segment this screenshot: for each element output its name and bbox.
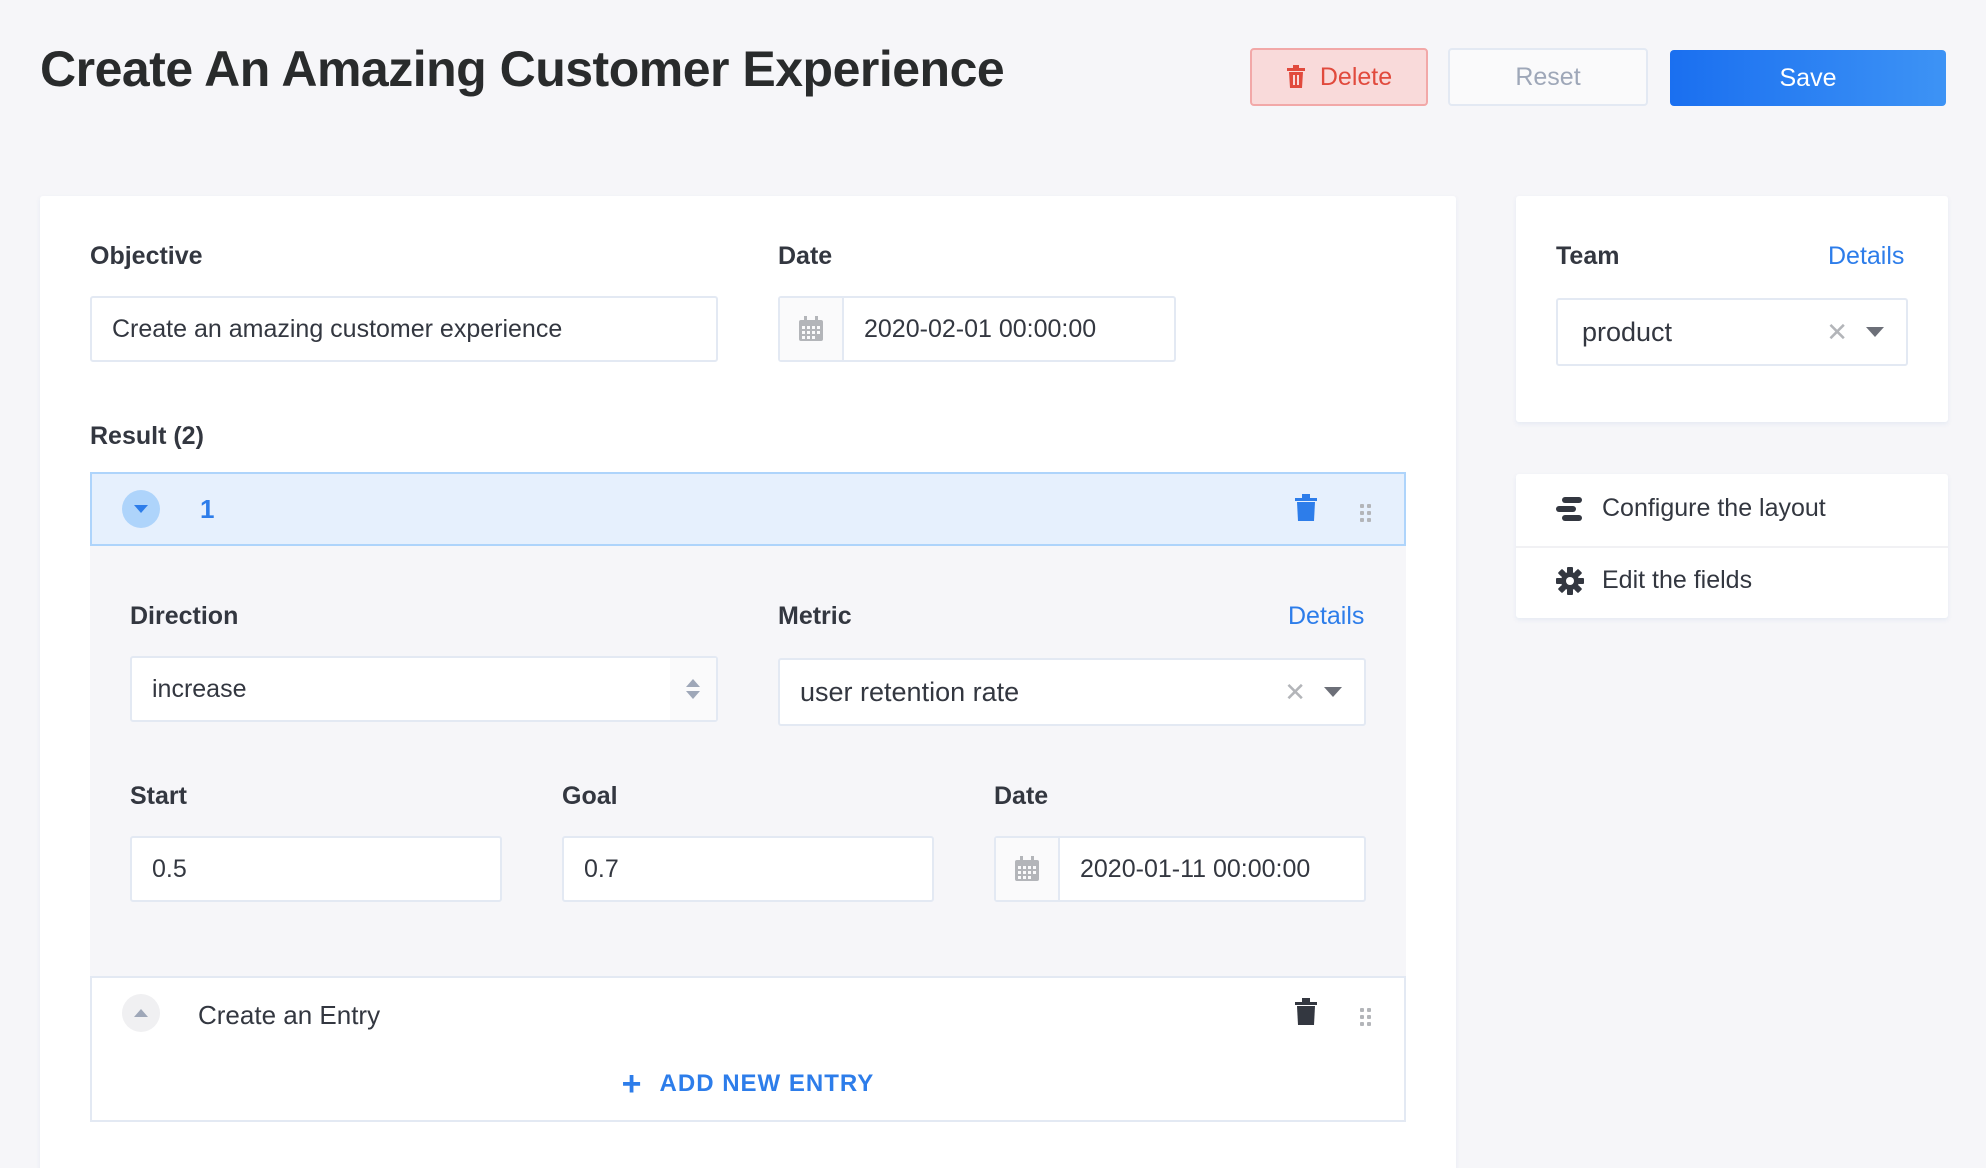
team-label: Team xyxy=(1556,242,1620,270)
calendar-icon-box xyxy=(780,298,844,360)
entry-title: Create an Entry xyxy=(198,1000,381,1030)
date-value: 2020-02-01 00:00:00 xyxy=(864,314,1097,343)
goal-label: Goal xyxy=(562,782,618,810)
layout-icon xyxy=(1556,496,1582,521)
expand-button[interactable] xyxy=(122,994,160,1032)
start-input[interactable]: 0.5 xyxy=(130,836,502,902)
select-arrows-icon xyxy=(670,658,716,720)
save-button[interactable]: Save xyxy=(1670,50,1946,106)
chevron-up-icon xyxy=(134,1009,148,1017)
entry-item-header[interactable]: Create an Entry xyxy=(90,976,1406,1050)
delete-label: Delete xyxy=(1319,62,1393,91)
date-input[interactable]: 2020-02-01 00:00:00 xyxy=(778,296,1176,362)
clear-icon[interactable]: ✕ xyxy=(1826,319,1848,345)
add-new-entry-button[interactable]: + ADD NEW ENTRY xyxy=(90,1048,1406,1122)
drag-handle-icon[interactable] xyxy=(1360,504,1371,522)
add-entry-label: ADD NEW ENTRY xyxy=(659,1070,875,1097)
chevron-down-icon[interactable] xyxy=(1866,327,1884,337)
gear-icon xyxy=(1556,566,1584,595)
result-index: 1 xyxy=(200,494,215,524)
calendar-icon xyxy=(1015,856,1039,881)
trash-icon xyxy=(1286,65,1305,88)
edit-fields-link[interactable]: Edit the fields xyxy=(1556,566,1752,595)
calendar-icon xyxy=(799,316,823,341)
reset-button[interactable]: Reset xyxy=(1448,48,1648,106)
result-date-label: Date xyxy=(994,782,1049,810)
direction-select[interactable]: increase xyxy=(130,656,718,722)
edit-fields-label: Edit the fields xyxy=(1602,566,1753,594)
sidebar-divider xyxy=(1516,546,1948,548)
result-item-header[interactable]: 1 xyxy=(90,472,1406,546)
collapse-button[interactable] xyxy=(122,490,160,528)
direction-label: Direction xyxy=(130,602,239,630)
drag-handle-icon[interactable] xyxy=(1360,1008,1371,1026)
page-title: Create An Amazing Customer Experience xyxy=(40,41,1005,97)
team-value: product xyxy=(1582,316,1673,347)
metric-details-link[interactable]: Details xyxy=(1288,602,1364,631)
objective-label: Objective xyxy=(90,242,203,270)
objective-input[interactable]: Create an amazing customer experience xyxy=(90,296,718,362)
direction-value: increase xyxy=(152,674,247,703)
goal-value: 0.7 xyxy=(584,854,619,883)
result-date-value: 2020-01-11 00:00:00 xyxy=(1080,854,1311,883)
delete-button[interactable]: Delete xyxy=(1250,48,1428,106)
clear-icon[interactable]: ✕ xyxy=(1284,679,1306,705)
date-label: Date xyxy=(778,242,833,270)
team-select[interactable]: product ✕ xyxy=(1556,298,1908,366)
result-date-input[interactable]: 2020-01-11 00:00:00 xyxy=(994,836,1366,902)
result-item-body xyxy=(90,546,1406,976)
team-details-link[interactable]: Details xyxy=(1828,242,1904,271)
configure-layout-label: Configure the layout xyxy=(1602,494,1826,522)
plus-icon: + xyxy=(621,1065,642,1103)
calendar-icon-box xyxy=(996,838,1060,900)
configure-layout-link[interactable]: Configure the layout xyxy=(1556,494,1826,523)
start-value: 0.5 xyxy=(152,854,187,883)
metric-value: user retention rate xyxy=(800,676,1020,707)
chevron-down-icon xyxy=(134,505,148,513)
metric-label: Metric xyxy=(778,602,852,630)
goal-input[interactable]: 0.7 xyxy=(562,836,934,902)
chevron-down-icon[interactable] xyxy=(1324,687,1342,697)
objective-value: Create an amazing customer experience xyxy=(112,314,563,343)
trash-icon[interactable] xyxy=(1294,494,1318,522)
results-label: Result (2) xyxy=(90,422,204,450)
start-label: Start xyxy=(130,782,187,810)
metric-select[interactable]: user retention rate ✕ xyxy=(778,658,1366,726)
trash-icon[interactable] xyxy=(1294,998,1318,1026)
